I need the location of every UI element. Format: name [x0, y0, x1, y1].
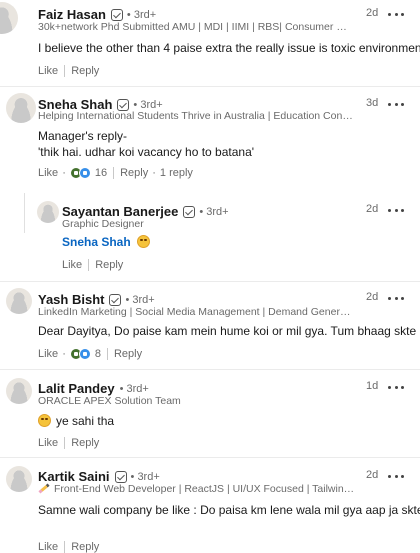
comment-text: Samne wali company be like : Do paisa km… — [38, 503, 420, 517]
reply-button[interactable]: Reply — [114, 348, 142, 360]
like-reaction-icon — [78, 167, 91, 179]
verified-badge-icon — [110, 8, 123, 21]
connection-degree: • 3rd+ — [133, 98, 163, 111]
commenter-headline: Helping International Students Thrive in… — [38, 110, 356, 122]
reaction-count[interactable]: 8 — [95, 348, 101, 360]
divider — [64, 437, 66, 449]
separator-dot: · — [62, 348, 66, 360]
more-options-icon[interactable] — [388, 293, 404, 303]
avatar[interactable] — [6, 466, 32, 492]
reply-button[interactable]: Reply — [71, 437, 99, 449]
comment-timestamp: 2d — [366, 7, 379, 19]
comment-text: Dear Dayitya, Do paise kam mein hume koi… — [38, 324, 420, 338]
like-button[interactable]: Like — [38, 348, 58, 360]
grinning-face-emoji — [137, 235, 151, 248]
reactions-icon[interactable] — [69, 348, 91, 360]
comment-text-line-2: 'thik hai. udhar koi vacancy ho to batan… — [38, 145, 255, 159]
verified-badge-icon — [183, 205, 196, 218]
reply-button[interactable]: Reply — [71, 65, 99, 77]
comment-faiz-hasan: Faiz Hasan • 3rd+ 30k+network Phd Submit… — [0, 0, 420, 85]
reply-button[interactable]: Reply — [95, 259, 123, 271]
thread-line — [24, 193, 25, 233]
reply-button[interactable]: Reply — [120, 167, 148, 179]
reactions-icon[interactable] — [69, 167, 91, 179]
commenter-name[interactable]: Lalit Pandey — [38, 381, 115, 396]
like-reaction-icon — [78, 348, 91, 360]
connection-degree: • 3rd+ — [119, 382, 149, 395]
connection-degree: • 3rd+ — [130, 470, 160, 483]
commenter-name[interactable]: Kartik Saini — [38, 469, 110, 484]
commenter-headline: ORACLE APEX Solution Team — [38, 395, 181, 407]
comment-yash-bisht: Yash Bisht • 3rd+ LinkedIn Marketing | S… — [0, 282, 420, 367]
comment-kartik-saini: Kartik Saini • 3rd+ Front-End Web Develo… — [0, 458, 420, 553]
commenter-name[interactable]: Faiz Hasan — [38, 7, 106, 22]
commenter-headline: LinkedIn Marketing | Social Media Manage… — [38, 306, 354, 318]
like-button[interactable]: Like — [38, 65, 58, 77]
more-options-icon[interactable] — [388, 205, 404, 215]
verified-badge-icon — [117, 98, 130, 111]
connection-degree: • 3rd+ — [125, 293, 155, 306]
comment-timestamp: 2d — [366, 203, 379, 215]
divider — [106, 348, 108, 360]
grinning-face-emoji — [38, 414, 51, 427]
comment-text-line-1: Manager's reply- — [38, 129, 127, 143]
like-button[interactable]: Like — [38, 167, 58, 179]
reply-button[interactable]: Reply — [71, 541, 99, 553]
divider — [113, 167, 115, 179]
comment-timestamp: 1d — [366, 380, 379, 392]
like-button[interactable]: Like — [38, 541, 58, 553]
more-options-icon[interactable] — [388, 99, 404, 109]
comment-timestamp: 2d — [366, 469, 379, 481]
divider — [64, 541, 66, 553]
comment-text: I believe the other than 4 paise extra t… — [38, 41, 420, 55]
more-options-icon[interactable] — [388, 382, 404, 392]
commenter-headline: Front-End Web Developer | ReactJS | UI/U… — [54, 483, 360, 495]
verified-badge-icon — [109, 293, 122, 306]
commenter-name[interactable]: Yash Bisht — [38, 292, 104, 307]
separator-dot: · — [152, 167, 156, 179]
commenter-headline: Graphic Designer — [62, 218, 144, 230]
avatar[interactable] — [6, 378, 32, 404]
divider — [88, 259, 90, 271]
connection-degree: • 3rd+ — [126, 8, 157, 21]
like-button[interactable]: Like — [38, 437, 58, 449]
reaction-count[interactable]: 16 — [95, 167, 107, 179]
avatar[interactable] — [6, 288, 32, 314]
more-options-icon[interactable] — [388, 471, 404, 481]
connection-degree: • 3rd+ — [199, 205, 229, 218]
pencil-emoji — [38, 483, 50, 494]
avatar[interactable] — [37, 201, 59, 223]
comment-timestamp: 3d — [366, 97, 379, 109]
commenter-name[interactable]: Sayantan Banerjee — [62, 204, 178, 219]
mention-link[interactable]: Sneha Shah — [62, 235, 131, 249]
commenter-headline: 30k+network Phd Submitted AMU | MDI | II… — [38, 21, 353, 33]
like-button[interactable]: Like — [62, 259, 82, 271]
separator-dot: · — [62, 167, 66, 179]
more-options-icon[interactable] — [388, 9, 404, 19]
comment-timestamp: 2d — [366, 291, 379, 303]
divider — [64, 65, 66, 77]
comment-sneha-shah: Sneha Shah • 3rd+ Helping International … — [0, 87, 420, 275]
avatar[interactable] — [6, 93, 36, 123]
avatar[interactable] — [0, 2, 18, 34]
replies-count[interactable]: 1 reply — [160, 167, 193, 179]
comment-text: ye sahi tha — [56, 414, 115, 428]
comment-lalit-pandey: Lalit Pandey • 3rd+ ORACLE APEX Solution… — [0, 370, 420, 456]
verified-badge-icon — [114, 470, 127, 483]
reply-sayantan-banerjee: Sayantan Banerjee • 3rd+ Graphic Designe… — [0, 193, 420, 275]
